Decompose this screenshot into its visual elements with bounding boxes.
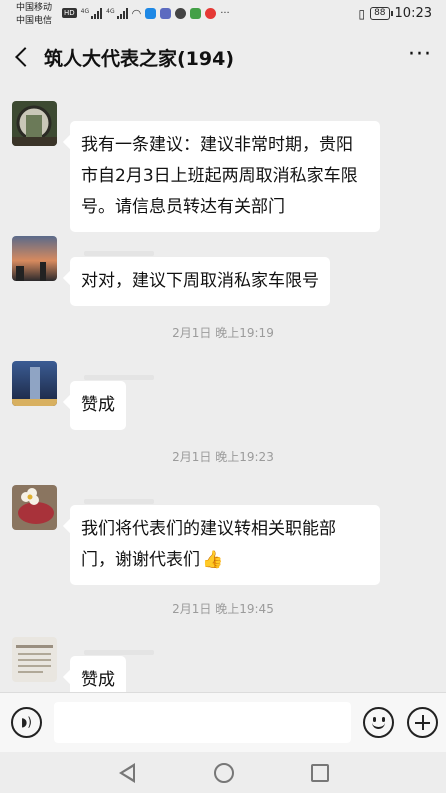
sender-name [84, 251, 154, 256]
message-bubble[interactable]: 我有一条建议：建议非常时期，贵阳市自2月3日上班起两周取消私家车限号。请信息员转… [70, 121, 380, 232]
app-notification-icon [160, 7, 172, 19]
avatar[interactable] [12, 485, 57, 530]
app-notification-icon [145, 7, 157, 19]
system-nav-bar [0, 752, 446, 793]
wifi-icon: ◠ [131, 6, 142, 20]
sender-name [84, 499, 154, 504]
signal-icon: 4G [80, 7, 103, 19]
avatar[interactable] [12, 637, 57, 682]
signal-icon-2: 4G [106, 7, 128, 19]
message-text: 对对，建议下周取消私家车限号 [81, 271, 319, 291]
hd-badge: HD [62, 8, 77, 18]
system-home-icon[interactable] [214, 763, 234, 783]
network-type-1: 4G [80, 7, 90, 15]
chat-title: 筑人大代表之家(194) [44, 48, 235, 70]
timestamp: 2月1日 晚上19:23 [172, 450, 274, 464]
message-icon [175, 7, 187, 19]
vibrate-icon: ▯ [358, 6, 366, 21]
more-notifications-icon: ··· [220, 7, 230, 19]
system-recents-icon[interactable] [311, 764, 329, 782]
timestamp: 2月1日 晚上19:19 [172, 326, 274, 340]
message-input[interactable] [54, 702, 351, 743]
sender-name [84, 650, 154, 655]
play-icon [190, 7, 202, 19]
avatar[interactable] [12, 361, 57, 406]
system-back-icon[interactable] [119, 763, 137, 783]
thumbs-up-icon: 👍 [202, 550, 224, 570]
status-icons: HD 4G 4G ◠ ··· [62, 5, 230, 21]
clock: 10:23 [394, 6, 432, 21]
status-bar: 中国移动 中国电信 HD 4G 4G ◠ ··· ▯ 88 10:23 [0, 0, 446, 30]
avatar[interactable] [12, 236, 57, 281]
back-icon[interactable] [12, 40, 34, 74]
message-bubble[interactable]: 我们将代表们的建议转相关职能部门，谢谢代表们 👍 [70, 505, 380, 585]
avatar[interactable] [12, 101, 57, 146]
message-text: 赞成 [81, 395, 115, 415]
network-type-2: 4G [106, 7, 115, 15]
emoji-icon[interactable] [363, 707, 394, 738]
sender-name [84, 375, 154, 380]
more-options-icon[interactable]: ··· [408, 42, 432, 67]
status-right: ▯ 88 10:23 [358, 6, 432, 21]
add-icon[interactable] [407, 707, 438, 738]
chat-header: 筑人大代表之家(194) ··· [0, 30, 446, 84]
app-notification-icon [205, 7, 217, 19]
message-text: 我有一条建议：建议非常时期，贵阳市自2月3日上班起两周取消私家车限号。请信息员转… [81, 135, 358, 217]
battery-icon: 88 [370, 7, 394, 20]
timestamp: 2月1日 晚上19:45 [172, 602, 274, 616]
input-bar: ◗) [0, 692, 446, 752]
message-bubble[interactable]: 赞成 [70, 381, 126, 430]
carrier-2: 中国电信 [16, 16, 53, 26]
message-bubble[interactable]: 对对，建议下周取消私家车限号 [70, 257, 330, 306]
carrier-1: 中国移动 [16, 3, 53, 13]
voice-input-icon[interactable]: ◗) [11, 707, 42, 738]
message-text: 赞成 [81, 670, 115, 690]
